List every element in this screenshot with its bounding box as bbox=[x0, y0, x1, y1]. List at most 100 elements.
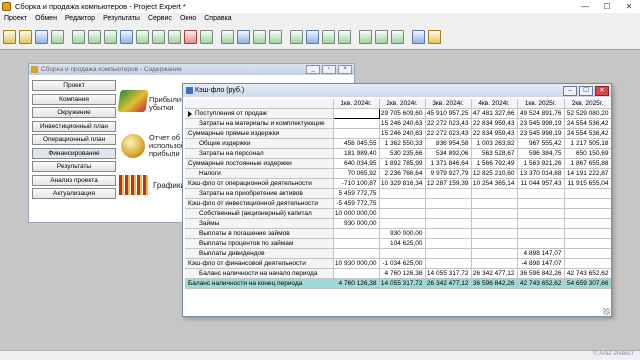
table-row[interactable]: Общие издержки 458 045,55 1 362 550,33 836 … bbox=[185, 138, 611, 150]
table-cell[interactable]: -710 100,87 bbox=[333, 178, 380, 190]
table-row[interactable]: Кэш-фло от финансовой деятельности 10 930… bbox=[185, 258, 611, 270]
nav-analysis[interactable]: Анализ проекта bbox=[32, 174, 116, 186]
results-icon[interactable] bbox=[168, 29, 181, 44]
table-cell[interactable] bbox=[564, 248, 611, 260]
table-cell[interactable] bbox=[425, 208, 472, 220]
company-icon[interactable] bbox=[88, 29, 101, 44]
table-cell[interactable] bbox=[333, 228, 380, 240]
new-project-icon[interactable] bbox=[3, 29, 16, 44]
menu-help[interactable]: Справка bbox=[200, 15, 235, 22]
chart-icon-1[interactable] bbox=[359, 29, 372, 44]
table-cell[interactable] bbox=[517, 198, 565, 210]
table-row[interactable]: Суммарные прямые издержки 15 246 240,63 22… bbox=[185, 128, 611, 140]
table-cell[interactable] bbox=[425, 238, 472, 250]
table-cell[interactable]: 4 760 126,38 bbox=[333, 278, 380, 290]
table-cell[interactable]: 45 910 957,25 bbox=[425, 108, 472, 120]
table-cell[interactable]: 534 892,06 bbox=[425, 148, 472, 160]
table-cell[interactable]: -5 459 772,75 bbox=[333, 198, 380, 210]
table-cell[interactable]: 1 566 792,49 bbox=[471, 158, 518, 170]
profit-report-icon[interactable] bbox=[121, 134, 145, 158]
chart-icon-3[interactable] bbox=[391, 29, 404, 44]
maximize-icon[interactable]: ☐ bbox=[579, 85, 593, 96]
table-cell[interactable]: 22 834 959,43 bbox=[471, 128, 518, 140]
profit-loss-icon[interactable] bbox=[117, 90, 149, 112]
tool-icon-4[interactable] bbox=[306, 29, 319, 44]
nav-results[interactable]: Результаты bbox=[32, 161, 116, 172]
table-cell[interactable]: 640 034,95 bbox=[333, 158, 380, 170]
print-icon[interactable] bbox=[51, 29, 64, 44]
table-cell[interactable]: 11 915 655,04 bbox=[564, 178, 611, 190]
nav-environment[interactable]: Окружение bbox=[32, 107, 116, 118]
table-cell[interactable] bbox=[332, 108, 380, 120]
calculate-icon[interactable] bbox=[221, 29, 234, 44]
table-cell[interactable] bbox=[425, 258, 472, 270]
tool-icon-6[interactable] bbox=[338, 29, 351, 44]
table-cell[interactable]: 14 055 317,72 bbox=[425, 268, 472, 280]
charts-label[interactable]: Графики bbox=[153, 182, 185, 190]
actualization-icon[interactable] bbox=[200, 29, 213, 44]
table-cell[interactable] bbox=[564, 198, 611, 210]
table-cell[interactable]: 22 272 023,43 bbox=[425, 118, 472, 130]
save-icon[interactable] bbox=[35, 29, 48, 44]
table-cell[interactable]: 650 150,69 bbox=[564, 148, 611, 160]
table-cell[interactable]: 10 930 000,00 bbox=[333, 258, 380, 270]
table-cell[interactable]: 12 825 210,60 bbox=[471, 168, 518, 180]
table-cell[interactable]: 24 554 536,42 bbox=[564, 118, 611, 130]
table-cell[interactable]: 458 045,55 bbox=[333, 138, 380, 150]
table-cell[interactable]: 15 246 240,63 bbox=[379, 128, 426, 140]
table-cell[interactable] bbox=[564, 208, 611, 220]
table-cell[interactable] bbox=[333, 238, 380, 250]
table-cell[interactable]: 13 370 014,88 bbox=[517, 168, 565, 180]
table-cell[interactable] bbox=[517, 188, 565, 200]
table-cell[interactable]: 104 625,00 bbox=[379, 238, 426, 250]
table-cell[interactable]: 596 384,75 bbox=[517, 148, 565, 160]
table-cell[interactable] bbox=[425, 228, 472, 240]
table-cell[interactable] bbox=[517, 238, 565, 250]
table-cell[interactable] bbox=[333, 268, 380, 280]
menu-editor[interactable]: Редактор bbox=[61, 15, 99, 22]
table-cell[interactable] bbox=[517, 228, 565, 240]
table-cell[interactable]: 23 545 998,19 bbox=[517, 118, 565, 130]
nav-investment-plan[interactable]: Инвестиционный план bbox=[32, 120, 116, 132]
table-cell[interactable] bbox=[564, 238, 611, 250]
table-cell[interactable]: 54 659 307,66 bbox=[564, 278, 611, 290]
table-cell[interactable] bbox=[379, 188, 426, 200]
table-cell[interactable]: 42 743 652,62 bbox=[517, 278, 565, 290]
table-cell[interactable]: 10 329 816,34 bbox=[379, 178, 426, 190]
table-row[interactable]: Суммарные постоянные издержки 640 034,95 1… bbox=[185, 158, 611, 170]
menu-results[interactable]: Результаты bbox=[99, 15, 144, 22]
table-cell[interactable]: 967 555,42 bbox=[517, 138, 565, 150]
table-cell[interactable]: 181 989,40 bbox=[333, 148, 380, 160]
table-row[interactable]: Баланс наличности на начало периода 4 760… bbox=[185, 268, 611, 280]
table-cell[interactable] bbox=[564, 258, 611, 270]
close-icon[interactable]: ✕ bbox=[618, 0, 640, 13]
table-cell[interactable] bbox=[425, 218, 472, 230]
operational-plan-icon[interactable] bbox=[136, 29, 149, 44]
table-cell[interactable]: 12 287 159,39 bbox=[425, 178, 472, 190]
table-cell[interactable]: 47 481 327,66 bbox=[471, 108, 518, 120]
table-cell[interactable]: 1 867 655,88 bbox=[564, 158, 611, 170]
financing-icon[interactable] bbox=[152, 29, 165, 44]
menu-project[interactable]: Проект bbox=[0, 15, 31, 22]
table-cell[interactable] bbox=[471, 248, 518, 260]
table-cell[interactable]: -1 034 625,00 bbox=[379, 258, 426, 270]
table-cell[interactable]: 9 979 927,79 bbox=[425, 168, 472, 180]
table-cell[interactable] bbox=[425, 248, 472, 260]
table-row[interactable]: Затраты на материалы и комплектующие 15 2… bbox=[185, 118, 611, 130]
table-row[interactable]: Выплаты в погашение займов 930 000,00 bbox=[185, 228, 611, 240]
table-cell[interactable]: 1 892 785,99 bbox=[379, 158, 426, 170]
table-cell[interactable] bbox=[425, 188, 472, 200]
table-cell[interactable]: 14 055 317,72 bbox=[379, 278, 426, 290]
table-cell[interactable]: 42 743 652,62 bbox=[564, 268, 611, 280]
table-cell[interactable] bbox=[471, 218, 518, 230]
table-row[interactable]: Налоги 70 065,92 2 236 766,64 9 979 927,79 1… bbox=[185, 168, 611, 180]
table-cell[interactable]: 36 596 842,26 bbox=[471, 278, 518, 290]
table-row[interactable]: Затраты на персонал 181 989,40 530 235,66 5… bbox=[185, 148, 611, 160]
minimize-icon[interactable]: — bbox=[574, 0, 596, 13]
table-cell[interactable]: 563 528,67 bbox=[471, 148, 518, 160]
table-cell[interactable]: -4 898 147,07 bbox=[517, 258, 565, 270]
table-cell[interactable]: 14 191 222,87 bbox=[564, 168, 611, 180]
menu-window[interactable]: Окно bbox=[176, 15, 200, 22]
table-cell[interactable] bbox=[425, 198, 472, 210]
tool-icon-3[interactable] bbox=[290, 29, 303, 44]
